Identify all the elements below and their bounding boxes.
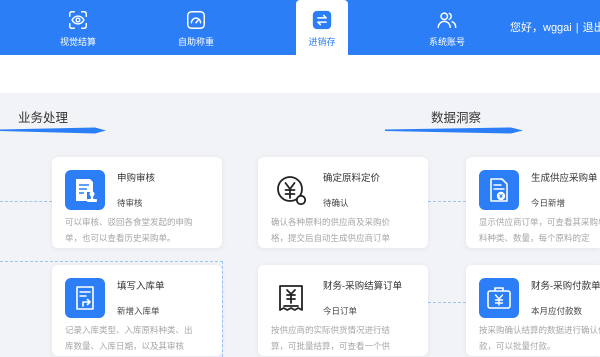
- card-title: 财务-采购付款单: [531, 281, 600, 292]
- section-underline-arrow: [385, 127, 523, 134]
- yen-receipt-icon: [271, 278, 311, 318]
- nav-item-label: 进销存: [308, 37, 336, 47]
- section-title-insight: 数据洞察: [431, 111, 482, 125]
- card-status: 本月应付款数: [531, 306, 583, 316]
- card-description-line: 可以审核、驳回各食堂发起的申购: [65, 217, 193, 227]
- card-description: 按采购确认结算的数据进行确认付 款，可以批量付款。: [479, 323, 600, 354]
- card-description: 显示供应商订单，可查看其采购单原 料种类、数量，每个原料的定: [479, 215, 600, 246]
- card-description-line: 格，提交后自动生成供应商订单: [271, 232, 391, 243]
- nav-item-self-weighing[interactable]: 自助称重: [166, 0, 226, 55]
- supplier-document-icon: [479, 170, 519, 210]
- card-description: 确认各种原料的供应商及采购价 格，提交后自动生成供应商订单: [271, 215, 390, 246]
- card-description-line: 料种类、数量，每个原料的定: [479, 232, 590, 243]
- yen-coin-icon: [271, 170, 311, 210]
- card-finance-purchase-payment[interactable]: 财务-采购付款单 本月应付款数 按采购确认结算的数据进行确认付 款，可以批量付款…: [466, 265, 600, 356]
- card-description: 按供应商的实际供货情况进行结 算，可批量结算，可查看一个供: [271, 323, 390, 354]
- flow-connector: [0, 261, 223, 262]
- card-description-line: 按供应商的实际供货情况进行结: [271, 325, 391, 335]
- nav-item-label: 视觉结算: [59, 37, 96, 47]
- scan-eye-icon: [67, 9, 89, 31]
- flow-connector: [0, 201, 52, 202]
- greeting-text: 您好，wggai: [510, 22, 572, 34]
- card-description-line: 显示供应商订单，可查看其采购单原: [479, 217, 600, 227]
- flow-connector: [428, 201, 466, 202]
- swap-icon: [312, 10, 332, 30]
- card-description-line: 记录入库类型、入库原料种类、出: [65, 325, 193, 335]
- card-description-line: 算，可批量结算，可查看一个供: [271, 340, 391, 351]
- card-description: 记录入库类型、入库原料种类、出 库数量、入库日期，以及其审核: [65, 323, 193, 354]
- card-fill-inbound-form[interactable]: 填写入库单 新增入库单 记录入库类型、入库原料种类、出 库数量、入库日期，以及其…: [52, 265, 222, 356]
- card-status: 今日新增: [531, 198, 566, 208]
- card-description-line: 库数量、入库日期，以及其审核: [65, 340, 185, 351]
- card-title: 确定原料定价: [323, 173, 381, 184]
- logout-link[interactable]: 退出: [583, 22, 600, 34]
- card-description-line: 单，也可以查看历史采购单。: [65, 232, 176, 243]
- nav-item-label: 自助称重: [177, 37, 214, 47]
- card-description: 可以审核、驳回各食堂发起的申购 单，也可以查看历史采购单。: [65, 215, 193, 246]
- card-title: 生成供应采购单: [531, 173, 598, 184]
- card-status: 待审核: [117, 198, 143, 208]
- users-icon: [436, 9, 458, 31]
- card-title: 申购审核: [117, 173, 156, 184]
- app-page: 视觉结算 自助称重 进销存 系统账号 您好，wggai | 退出 业务处理 数据…: [0, 0, 600, 357]
- card-confirm-material-pricing[interactable]: 确定原料定价 待确认 确认各种原料的供应商及采购价 格，提交后自动生成供应商订单: [258, 157, 428, 248]
- section-title-business: 业务处理: [18, 111, 69, 125]
- top-nav-bar: 视觉结算 自助称重 进销存 系统账号 您好，wggai | 退出: [0, 0, 600, 55]
- card-finance-purchase-settlement[interactable]: 财务-采购结算订单 今日订单 按供应商的实际供货情况进行结 算，可批量结算，可查…: [258, 265, 428, 356]
- sub-header-bar: [0, 55, 600, 93]
- flow-connector: [428, 302, 466, 303]
- card-status: 新增入库单: [117, 306, 160, 316]
- inbound-document-icon: [65, 278, 105, 318]
- yen-bag-icon: [479, 278, 519, 318]
- flow-connector: [222, 261, 223, 357]
- section-underline-arrow: [0, 127, 106, 134]
- card-title: 财务-采购结算订单: [323, 281, 403, 292]
- separator: |: [575, 22, 579, 34]
- card-status: 待确认: [323, 198, 349, 208]
- nav-item-label: 系统账号: [428, 37, 465, 47]
- card-purchase-request-review[interactable]: 申购审核 待审核 可以审核、驳回各食堂发起的申购 单，也可以查看历史采购单。: [52, 157, 222, 248]
- document-stamp-icon: [65, 170, 105, 210]
- card-description-line: 按采购确认结算的数据进行确认付: [479, 325, 600, 335]
- nav-item-inventory[interactable]: 进销存: [296, 0, 348, 55]
- nav-item-system-accounts[interactable]: 系统账号: [417, 0, 477, 55]
- card-status: 今日订单: [323, 306, 358, 316]
- card-description-line: 确认各种原料的供应商及采购价: [271, 217, 391, 227]
- card-generate-supply-order[interactable]: 生成供应采购单 今日新增 显示供应商订单，可查看其采购单原 料种类、数量，每个原…: [466, 157, 600, 248]
- user-area: 您好，wggai | 退出: [510, 21, 600, 36]
- card-title: 填写入库单: [117, 281, 165, 292]
- scale-icon: [185, 9, 207, 31]
- nav-item-visual-settlement[interactable]: 视觉结算: [48, 0, 108, 55]
- card-description-line: 款，可以批量付款。: [479, 340, 556, 351]
